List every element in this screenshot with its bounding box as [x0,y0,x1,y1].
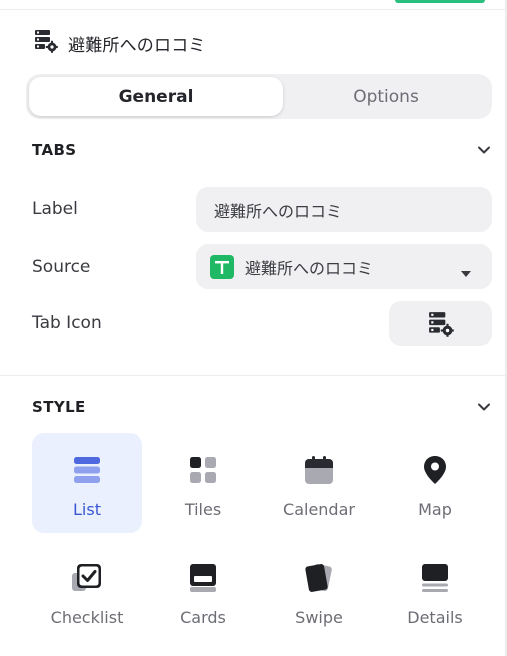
style-option-cards[interactable]: Cards [148,541,258,641]
tab-general[interactable]: General [29,77,283,116]
calendar-icon [299,453,339,487]
style-option-swipe[interactable]: Swipe [264,541,374,641]
style-option-label: Swipe [295,608,343,627]
tab-icon-field-label: Tab Icon [32,313,102,333]
style-option-calendar[interactable]: Calendar [264,433,374,533]
panel-header: 避難所へのロコミ [34,30,206,56]
chevron-down-icon[interactable] [475,141,493,159]
tabs-section-title: TABS [32,141,77,159]
section-divider [0,375,505,376]
tab-icon-picker[interactable] [389,301,492,346]
style-option-map[interactable]: Map [380,433,490,533]
style-section-title: STYLE [32,398,86,416]
server-gear-icon [34,29,58,57]
label-field-label: Label [32,199,78,219]
style-option-label: Cards [180,608,226,627]
label-input[interactable]: 避難所へのロコミ [196,187,492,232]
top-accent [395,0,485,3]
list-icon [67,453,107,487]
tab-switcher: General Options [26,74,492,119]
page-title: 避難所へのロコミ [68,35,206,56]
style-option-label: Checklist [50,608,124,627]
cards-icon [183,561,223,595]
sheet-icon [210,254,234,279]
style-option-tiles[interactable]: Tiles [148,433,258,533]
style-option-list[interactable]: List [32,433,142,533]
source-field-label: Source [32,257,91,277]
caret-down-icon [460,263,472,282]
swipe-icon [299,561,339,595]
server-gear-icon [428,311,454,337]
style-option-label: Calendar [283,500,355,519]
label-input-value: 避難所へのロコミ [214,201,343,221]
style-option-checklist[interactable]: Checklist [32,541,142,641]
style-option-label: List [73,500,101,519]
style-option-label: Map [418,500,452,519]
style-option-details[interactable]: Details [380,541,490,641]
map-pin-icon [415,453,455,487]
checklist-icon [67,561,107,595]
chevron-down-icon[interactable] [475,398,493,416]
source-select[interactable]: 避難所へのロコミ [196,244,492,289]
style-option-label: Tiles [184,500,222,519]
details-icon [415,561,455,595]
style-option-label: Details [407,608,463,627]
source-select-value: 避難所へのロコミ [245,258,374,278]
tab-options[interactable]: Options [283,77,489,116]
tiles-icon [183,453,223,487]
